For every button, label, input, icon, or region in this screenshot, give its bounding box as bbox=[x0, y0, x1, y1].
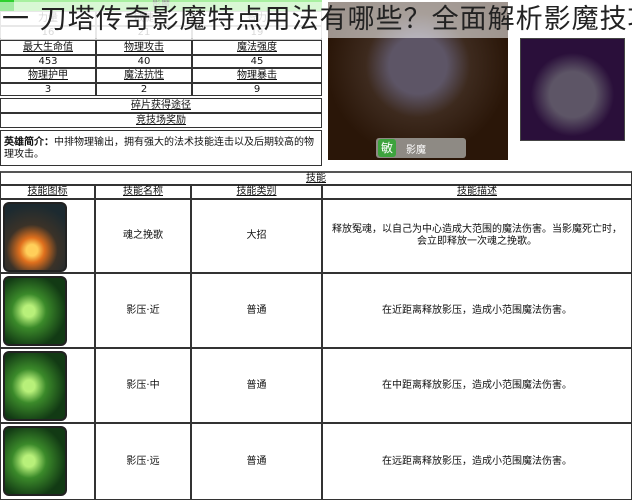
skills-section-title: 技能 bbox=[0, 171, 632, 185]
skill-type: 大招 bbox=[191, 199, 322, 273]
skill-name: 影压·中 bbox=[95, 348, 191, 423]
skill-type: 普通 bbox=[191, 273, 322, 348]
fire-burst-icon bbox=[3, 202, 67, 272]
skill-desc: 在中距离释放影压，造成小范围魔法伤害。 bbox=[322, 348, 632, 423]
page-title: 一 刀塔传奇影魔特点用法有哪些？全面解析影魔技巧 bbox=[0, 2, 632, 38]
stat-header: 魔法抗性 bbox=[96, 68, 192, 83]
hero-portrait bbox=[520, 38, 625, 141]
skill-desc: 在远距离释放影压，造成小范围魔法伤害。 bbox=[322, 423, 632, 500]
stat-value: 453 bbox=[0, 55, 96, 68]
skill-desc: 在近距离释放影压，造成小范围魔法伤害。 bbox=[322, 273, 632, 348]
col-header: 技能图标 bbox=[0, 185, 95, 199]
col-header: 技能名称 bbox=[95, 185, 191, 199]
skill-name: 影压·远 bbox=[95, 423, 191, 500]
skills-title-text: 技能 bbox=[306, 172, 326, 184]
stat-header: 物理护甲 bbox=[0, 68, 96, 83]
stat-value: 2 bbox=[96, 83, 192, 96]
intro-label: 英雄简介： bbox=[4, 137, 54, 148]
shadowraze-icon bbox=[3, 351, 67, 421]
stat-value: 3 bbox=[0, 83, 96, 96]
stat-header: 魔法强度 bbox=[192, 40, 322, 55]
shadowraze-icon bbox=[3, 426, 67, 496]
skill-name: 影压·近 bbox=[95, 273, 191, 348]
stat-header: 物理攻击 bbox=[96, 40, 192, 55]
skill-type: 普通 bbox=[191, 423, 322, 500]
stat-value: 40 bbox=[96, 55, 192, 68]
skill-desc: 释放冤魂，以自己为中心造成大范围的魔法伤害。当影魔死亡时，会立即释放一次魂之挽歌… bbox=[322, 199, 632, 273]
stat-value: 45 bbox=[192, 55, 322, 68]
skill-name: 魂之挽歌 bbox=[95, 199, 191, 273]
agility-badge: 敏 bbox=[378, 139, 396, 157]
col-header: 技能类别 bbox=[191, 185, 322, 199]
shadowraze-icon bbox=[3, 276, 67, 346]
col-header: 技能描述 bbox=[322, 185, 632, 199]
hero-intro: 英雄简介：中排物理输出，拥有强大的法术技能连击以及后期较高的物理攻击。 bbox=[0, 130, 322, 166]
stat-header: 物理暴击 bbox=[192, 68, 322, 83]
skill-type: 普通 bbox=[191, 348, 322, 423]
shard-source-label: 碎片获得途径 bbox=[0, 98, 322, 113]
shard-source: 竞技场奖励 bbox=[0, 113, 322, 128]
stat-value: 9 bbox=[192, 83, 322, 96]
stat-header: 最大生命值 bbox=[0, 40, 96, 55]
card-hero-name: 影魔 bbox=[406, 145, 426, 156]
hero-card-nameplate: 敏 影魔 bbox=[376, 138, 466, 158]
